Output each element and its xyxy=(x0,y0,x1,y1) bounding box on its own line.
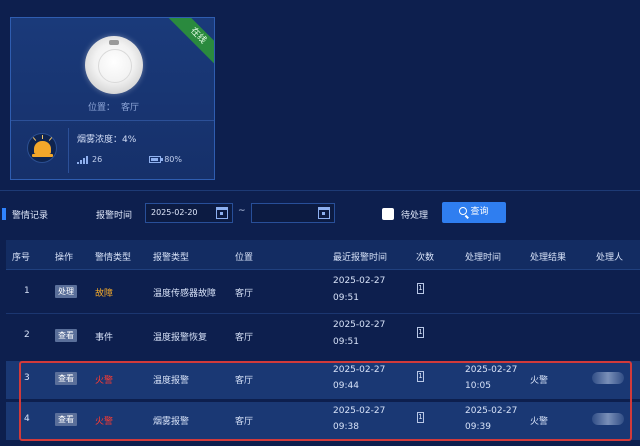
search-icon xyxy=(459,207,468,215)
alarm-type: 温度报警恢复 xyxy=(153,333,208,343)
handle-date: 2025-02-27 xyxy=(465,365,518,375)
row-index: 3 xyxy=(24,373,30,383)
online-status-badge: 在线 xyxy=(166,18,214,68)
handle-time: 09:39 xyxy=(465,422,491,432)
card-vertical-divider xyxy=(68,128,69,173)
last-alarm-date: 2025-02-27 xyxy=(333,276,386,286)
header-result: 处理结果 xyxy=(530,253,567,263)
alert-category: 故障 xyxy=(95,289,114,299)
location: 客厅 xyxy=(235,333,254,343)
battery-value: 80% xyxy=(164,155,182,164)
location: 客厅 xyxy=(235,289,254,299)
smoke-density-value: 4% xyxy=(122,135,137,145)
handle-button[interactable]: 处理 xyxy=(55,285,77,298)
header-alarm-type: 报警类型 xyxy=(153,253,190,263)
header-action: 操作 xyxy=(55,253,74,263)
query-button-label: 查询 xyxy=(470,207,489,217)
header-index: 序号 xyxy=(12,253,31,263)
alert-category: 事件 xyxy=(95,333,114,343)
alarm-bell-icon xyxy=(27,133,57,163)
row-index: 1 xyxy=(24,286,30,296)
header-handler: 处理人 xyxy=(596,253,624,263)
last-alarm-date: 2025-02-27 xyxy=(333,320,386,330)
signal-value: 26 xyxy=(92,155,103,164)
calendar-icon[interactable] xyxy=(318,207,330,219)
filter-bar: 警情记录 报警时间 2025-02-20 ~ 待处理 查询 xyxy=(0,200,640,224)
alarm-type: 温度传感器故障 xyxy=(153,289,217,299)
device-card[interactable]: 在线 位置： 客厅 烟雾浓度：4% 26 80% xyxy=(10,17,215,180)
end-date-input[interactable] xyxy=(251,203,335,223)
alarm-type: 烟雾报警 xyxy=(153,417,190,427)
last-alarm-date: 2025-02-27 xyxy=(333,365,386,375)
location-value: 客厅 xyxy=(121,103,140,113)
view-button[interactable]: 查看 xyxy=(55,329,77,342)
section-marker xyxy=(2,208,6,220)
handler-name-blurred xyxy=(592,372,624,384)
header-alert-category: 警情类型 xyxy=(95,253,132,263)
smoke-density-label: 烟雾浓度： xyxy=(77,135,123,145)
view-button[interactable]: 查看 xyxy=(55,413,77,426)
header-location: 位置 xyxy=(235,253,254,263)
table-row: 1 处理 故障 温度传感器故障 客厅 2025-02-27 09:51 1 xyxy=(6,270,640,313)
date-range-separator: ~ xyxy=(238,206,246,216)
alert-category: 火警 xyxy=(95,417,114,427)
table-header: 序号 操作 警情类型 报警类型 位置 最近报警时间 次数 处理时间 处理结果 处… xyxy=(6,240,640,270)
handle-result: 火警 xyxy=(530,376,549,386)
alarm-type: 温度报警 xyxy=(153,376,190,386)
count-badge: 1 xyxy=(417,412,424,423)
device-location: 位置： 客厅 xyxy=(11,100,214,113)
header-handle-time: 处理时间 xyxy=(465,253,502,263)
battery-icon xyxy=(149,156,164,163)
pending-checkbox[interactable] xyxy=(382,208,394,220)
header-last-alarm-time: 最近报警时间 xyxy=(333,253,388,263)
section-divider xyxy=(0,190,640,191)
alarm-table: 序号 操作 警情类型 报警类型 位置 最近报警时间 次数 处理时间 处理结果 处… xyxy=(6,240,640,446)
handle-time: 10:05 xyxy=(465,381,491,391)
table-row: 4 查看 火警 烟雾报警 客厅 2025-02-27 09:38 1 2025-… xyxy=(6,402,640,440)
row-index: 4 xyxy=(24,414,30,424)
count-badge: 1 xyxy=(417,371,424,382)
alert-category: 火警 xyxy=(95,376,114,386)
last-alarm-date: 2025-02-27 xyxy=(333,406,386,416)
alarm-time-label: 报警时间 xyxy=(96,211,133,221)
calendar-icon[interactable] xyxy=(216,207,228,219)
device-stats: 26 80% xyxy=(77,155,182,164)
handle-result: 火警 xyxy=(530,417,549,427)
handle-date: 2025-02-27 xyxy=(465,406,518,416)
last-alarm-time: 09:51 xyxy=(333,337,359,347)
pending-label[interactable]: 待处理 xyxy=(401,208,428,221)
smoke-detector-image xyxy=(85,36,143,94)
start-date-input[interactable]: 2025-02-20 xyxy=(145,203,233,223)
count-badge: 1 xyxy=(417,327,424,338)
location: 客厅 xyxy=(235,417,254,427)
section-title: 警情记录 xyxy=(12,211,49,221)
header-count: 次数 xyxy=(416,253,435,263)
start-date-value: 2025-02-20 xyxy=(151,208,198,217)
smoke-density: 烟雾浓度：4% xyxy=(77,132,136,145)
count-badge: 1 xyxy=(417,283,424,294)
location: 客厅 xyxy=(235,376,254,386)
card-divider xyxy=(11,120,214,121)
table-row: 3 查看 火警 温度报警 客厅 2025-02-27 09:44 1 2025-… xyxy=(6,361,640,399)
table-row: 2 查看 事件 温度报警恢复 客厅 2025-02-27 09:51 1 xyxy=(6,314,640,358)
row-index: 2 xyxy=(24,330,30,340)
location-label: 位置： xyxy=(87,103,115,113)
query-button[interactable]: 查询 xyxy=(442,202,506,223)
last-alarm-time: 09:44 xyxy=(333,381,359,391)
view-button[interactable]: 查看 xyxy=(55,372,77,385)
handler-name-blurred xyxy=(592,413,624,425)
signal-icon xyxy=(77,155,88,164)
last-alarm-time: 09:51 xyxy=(333,293,359,303)
last-alarm-time: 09:38 xyxy=(333,422,359,432)
